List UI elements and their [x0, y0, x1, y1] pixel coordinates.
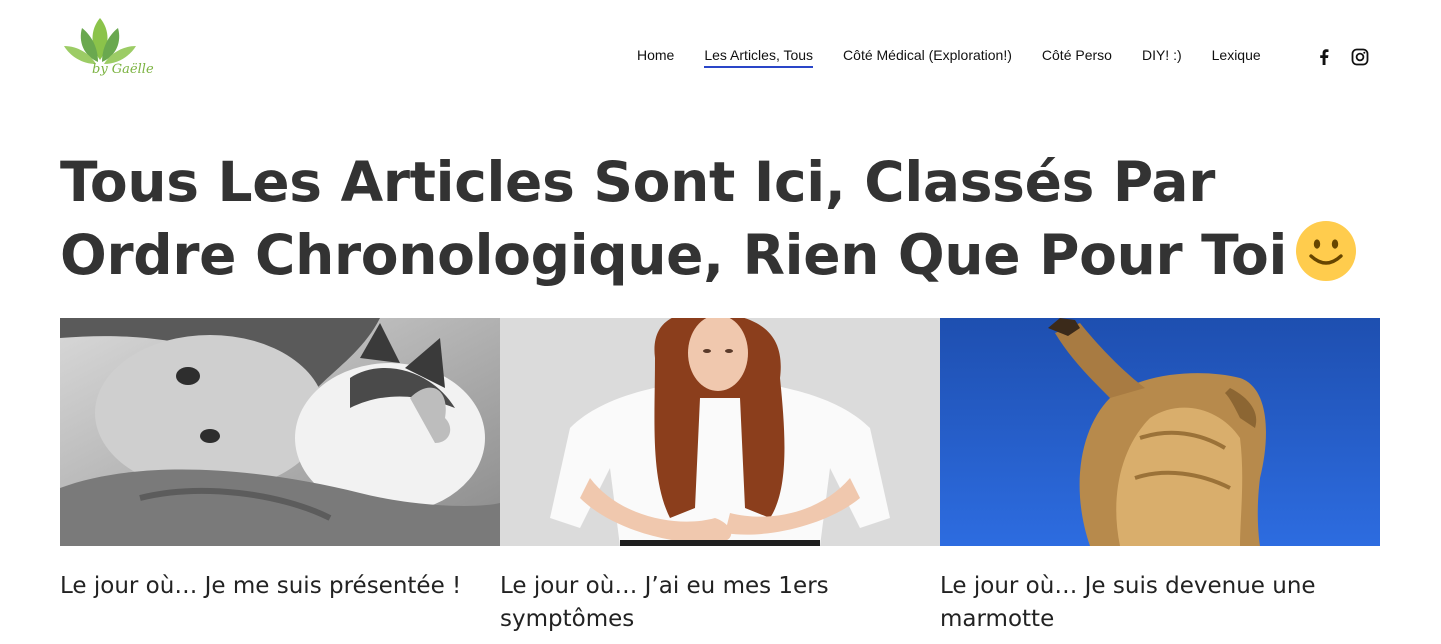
page-title-text: Tous Les Articles Sont Ici, Classés Par …	[60, 150, 1288, 287]
nav-item-cote-perso[interactable]: Côté Perso	[1042, 47, 1112, 68]
nav-item-home[interactable]: Home	[637, 47, 674, 68]
articles-grid: Le jour où… Je me suis présentée ! Le jo…	[60, 318, 1380, 636]
facebook-icon[interactable]	[1314, 47, 1334, 67]
nav-item-diy[interactable]: DIY! :)	[1142, 47, 1182, 68]
article-card[interactable]: Le jour où… Je me suis présentée !	[60, 318, 500, 636]
article-card[interactable]: Le jour où… J’ai eu mes 1ers symptômes	[500, 318, 940, 636]
main-nav: Home Les Articles, Tous Côté Médical (Ex…	[622, 47, 1276, 68]
article-title[interactable]: Le jour où… Je suis devenue une marmotte	[940, 570, 1380, 636]
woman-with-cat-photo[interactable]	[60, 318, 500, 546]
nav-item-lexique[interactable]: Lexique	[1212, 47, 1261, 68]
marmot-stretching-photo[interactable]	[940, 318, 1380, 546]
site-logo[interactable]: by Gaëlle	[60, 16, 154, 96]
social-links	[1314, 47, 1386, 67]
article-card[interactable]: Le jour où… Je suis devenue une marmotte	[940, 318, 1380, 636]
page-title: Tous Les Articles Sont Ici, Classés Par …	[60, 146, 1360, 292]
article-title[interactable]: Le jour où… Je me suis présentée !	[60, 570, 500, 603]
logo-text: by Gaëlle	[92, 62, 154, 77]
woman-holding-stomach-photo[interactable]	[500, 318, 940, 546]
article-title[interactable]: Le jour où… J’ai eu mes 1ers symptômes	[500, 570, 940, 636]
smiley-face-icon	[1296, 221, 1357, 281]
instagram-icon[interactable]	[1350, 47, 1370, 67]
nav-item-les-articles-tous[interactable]: Les Articles, Tous	[704, 47, 814, 68]
nav-item-cote-medical[interactable]: Côté Médical (Exploration!)	[843, 47, 1012, 68]
